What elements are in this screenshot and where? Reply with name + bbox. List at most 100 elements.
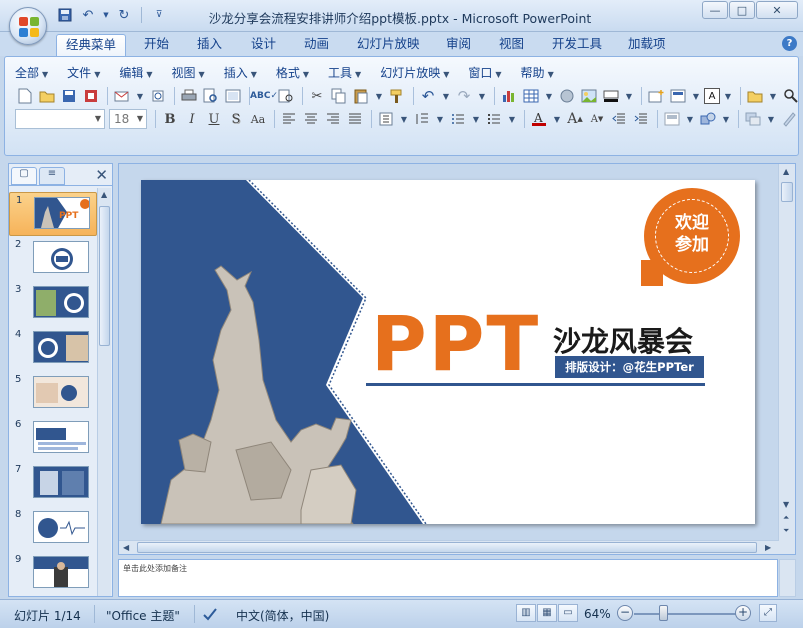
arrange-icon[interactable] [743, 109, 763, 129]
tab-slides[interactable]: ▢ [11, 167, 37, 185]
menu-slideshow[interactable]: 幻灯片放映 ▼ [380, 64, 449, 81]
layout-dropdown-icon[interactable]: ▼ [690, 86, 702, 106]
menu-window[interactable]: 窗口 ▼ [468, 64, 501, 81]
print-icon[interactable] [179, 86, 199, 106]
slide-thumbnail-3[interactable]: 3 [9, 282, 97, 326]
grow-font-icon[interactable]: A ▲ [565, 109, 585, 129]
spelling-icon[interactable]: ABC✓ [250, 86, 278, 106]
insert-chart-icon[interactable] [499, 86, 519, 106]
undo-icon[interactable]: ↶ [79, 6, 97, 24]
language-indicator[interactable]: 中文(简体，中国) [236, 607, 329, 624]
redo-dropdown-icon[interactable]: ▼ [476, 86, 488, 106]
slide-design-icon[interactable] [662, 109, 682, 129]
italic-button[interactable]: I [182, 109, 202, 129]
insert-table-icon[interactable] [521, 86, 541, 106]
horizontal-scrollbar[interactable]: ◀ ▶ [119, 540, 779, 554]
close-button[interactable]: ✕ [756, 1, 798, 19]
tab-animations[interactable]: 动画 [296, 34, 337, 56]
align-left-icon[interactable] [279, 109, 299, 129]
vertical-scrollbar[interactable]: ▲ ▼ ⏶ ⏷ [778, 164, 795, 554]
page-view-icon[interactable] [223, 86, 243, 106]
maximize-button[interactable]: □ [729, 1, 755, 19]
save-icon[interactable] [59, 86, 79, 106]
menu-all[interactable]: 全部 ▼ [15, 64, 48, 81]
zoom-slider-track[interactable] [634, 613, 738, 615]
menu-help[interactable]: 帮助 ▼ [521, 64, 554, 81]
tab-insert[interactable]: 插入 [189, 34, 230, 56]
save-icon[interactable] [56, 6, 74, 24]
slide-thumbnail-9[interactable]: 9 [9, 552, 97, 596]
textbox-dropdown-icon[interactable]: ▼ [722, 86, 734, 106]
scroll-right-icon[interactable]: ▶ [765, 543, 771, 552]
scroll-up-icon[interactable]: ▲ [783, 167, 789, 176]
font-name-combo[interactable]: ▼ [15, 109, 105, 129]
menu-format[interactable]: 格式 ▼ [276, 64, 309, 81]
customize-qat-icon[interactable]: ⊽ [150, 6, 168, 24]
line-spacing-dropdown-icon[interactable]: ▼ [434, 109, 446, 129]
clip-art-icon[interactable] [557, 86, 577, 106]
minimize-button[interactable]: — [702, 1, 728, 19]
close-pane-icon[interactable]: ✕ [95, 166, 108, 184]
increase-indent-icon[interactable] [631, 109, 651, 129]
bullets-dropdown-icon[interactable]: ▼ [506, 109, 518, 129]
bullets-icon[interactable] [484, 109, 504, 129]
scroll-up-icon[interactable]: ▲ [101, 190, 107, 199]
font-size-combo[interactable]: 18 ▼ [109, 109, 147, 129]
slide-thumbnail-5[interactable]: 5 [9, 372, 97, 416]
tab-classic-menu[interactable]: 经典菜单 [56, 34, 126, 56]
copy-icon[interactable] [329, 86, 349, 106]
notes-pane[interactable]: 单击此处添加备注 [118, 559, 778, 597]
slide-thumbnail-4[interactable]: 4 [9, 327, 97, 371]
justify-icon[interactable] [345, 109, 365, 129]
format-painter-icon[interactable] [387, 86, 407, 106]
quick-styles-icon[interactable] [779, 109, 799, 129]
headline-ppt[interactable]: PPT [371, 306, 540, 382]
decrease-indent-icon[interactable] [609, 109, 629, 129]
zoom-in-button[interactable]: + [735, 605, 751, 621]
zoom-level[interactable]: 64% [584, 607, 611, 621]
text-box-icon[interactable]: A [704, 88, 720, 104]
menu-insert[interactable]: 插入 ▼ [224, 64, 257, 81]
salon-title[interactable]: 沙龙风暴会 [553, 320, 693, 360]
design-dropdown-icon[interactable]: ▼ [684, 109, 696, 129]
open-folder-icon[interactable] [37, 86, 57, 106]
scrollbar-thumb[interactable] [137, 542, 757, 553]
help-icon[interactable]: ? [782, 36, 797, 51]
proofing-icon[interactable] [202, 605, 218, 625]
change-case-button[interactable]: Aa [248, 109, 268, 129]
font-color-dropdown-icon[interactable]: ▼ [551, 109, 563, 129]
font-color-icon[interactable]: A [529, 109, 549, 129]
tab-review[interactable]: 审阅 [438, 34, 479, 56]
shrink-font-icon[interactable]: A ▼ [587, 109, 607, 129]
next-slide-icon[interactable]: ⏷ [783, 526, 789, 536]
text-direction-icon[interactable] [376, 109, 396, 129]
zoom-out-button[interactable]: − [617, 605, 633, 621]
align-center-icon[interactable] [301, 109, 321, 129]
find-icon[interactable] [781, 86, 801, 106]
align-right-icon[interactable] [323, 109, 343, 129]
office-button[interactable] [9, 7, 47, 45]
table-dropdown-icon[interactable]: ▼ [543, 86, 555, 106]
shapes-icon[interactable] [698, 109, 718, 129]
zoom-slider-thumb[interactable] [659, 605, 668, 621]
tab-slideshow[interactable]: 幻灯片放映 [349, 34, 428, 56]
designer-credit[interactable]: 排版设计：@花生PPTer [555, 356, 704, 378]
folder-dropdown-icon[interactable]: ▼ [767, 86, 779, 106]
slide-sorter-button[interactable]: ▦ [537, 604, 557, 622]
arrange-dropdown-icon[interactable]: ▼ [765, 109, 777, 129]
normal-view-button[interactable]: ▥ [516, 604, 536, 622]
numbering-dropdown-icon[interactable]: ▼ [470, 109, 482, 129]
tab-design[interactable]: 设计 [243, 34, 284, 56]
email-icon[interactable] [112, 86, 132, 106]
slide-thumbnail-6[interactable]: 6 [9, 417, 97, 461]
scroll-left-icon[interactable]: ◀ [123, 543, 129, 552]
paste-dropdown-icon[interactable]: ▼ [373, 86, 385, 106]
color-dropdown-icon[interactable]: ▼ [623, 86, 635, 106]
scroll-down-icon[interactable]: ▼ [783, 500, 789, 509]
menu-edit[interactable]: 编辑 ▼ [119, 64, 152, 81]
redo-icon[interactable]: ↻ [115, 6, 133, 24]
slide-thumbnail-7[interactable]: 7 [9, 462, 97, 506]
bold-button[interactable]: B [160, 109, 180, 129]
scrollbar-thumb[interactable] [99, 206, 110, 346]
folder-icon[interactable] [745, 86, 765, 106]
